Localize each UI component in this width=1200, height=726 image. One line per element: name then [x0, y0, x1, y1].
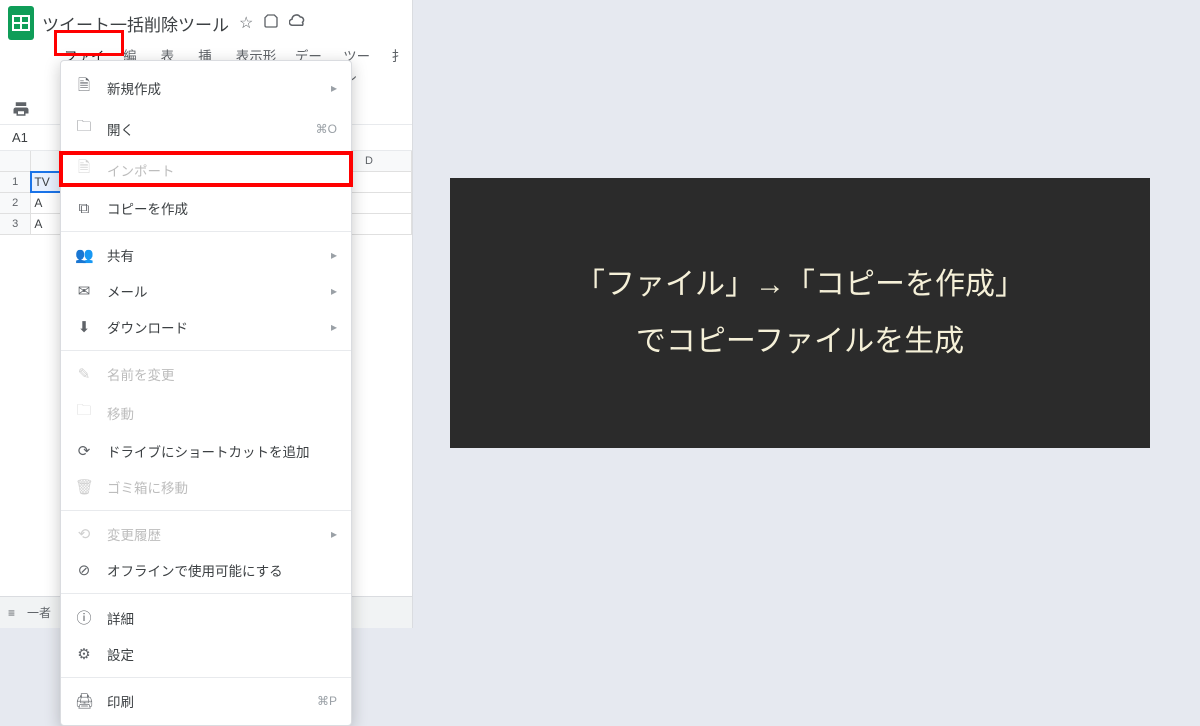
menu-download[interactable]: ⬇ ダウンロード ▸	[61, 309, 351, 345]
menu-more[interactable]: 扌	[384, 42, 412, 88]
print-icon: 🖨	[75, 692, 93, 710]
import-icon: 🗎	[75, 157, 93, 182]
submenu-arrow-icon: ▸	[331, 320, 337, 334]
menu-import: 🗎 インポート	[61, 149, 351, 190]
offline-icon: ⊘	[75, 561, 93, 579]
row-num[interactable]: 3	[0, 214, 31, 234]
share-icon: 👥	[75, 246, 93, 264]
menu-print[interactable]: 🖨 印刷 ⌘P	[61, 683, 351, 719]
shortcut-label: ⌘P	[317, 694, 337, 708]
menu-add-shortcut[interactable]: ⟳ ドライブにショートカットを追加	[61, 433, 351, 469]
menu-settings[interactable]: ⚙ 設定	[61, 636, 351, 672]
google-sheets-window: ツイート一括削除ツール ☆ ファイル 編集 表示 挿入 表示形式 データ ツール…	[0, 0, 413, 628]
menu-make-copy[interactable]: ⧉ コピーを作成	[61, 190, 351, 226]
file-menu-dropdown: 🗎 新規作成 ▸ 🗀 開く ⌘O 🗎 インポート ⧉ コピーを作成 👥 共有 ▸…	[60, 60, 352, 726]
row-num[interactable]: 2	[0, 193, 31, 213]
folder-icon: 🗀	[75, 116, 93, 141]
instruction-line-2: でコピーファイルを生成	[575, 313, 1025, 370]
title-bar: ツイート一括削除ツール ☆	[0, 0, 412, 40]
trash-icon: 🗑	[75, 478, 93, 496]
menu-details[interactable]: ⓘ 詳細	[61, 599, 351, 636]
menu-open[interactable]: 🗀 開く ⌘O	[61, 108, 351, 149]
new-icon: 🗎	[75, 75, 93, 100]
history-icon: ⟲	[75, 525, 93, 543]
menu-new[interactable]: 🗎 新規作成 ▸	[61, 67, 351, 108]
menu-offline[interactable]: ⊘ オフラインで使用可能にする	[61, 552, 351, 588]
submenu-arrow-icon: ▸	[331, 81, 337, 95]
instruction-callout: 「ファイル」→「コピーを作成」 でコピーファイルを生成	[450, 178, 1150, 448]
submenu-arrow-icon: ▸	[331, 248, 337, 262]
tabs-menu-icon[interactable]: ≡	[8, 606, 15, 620]
move-icon: 🗀	[75, 400, 93, 425]
print-icon[interactable]	[12, 100, 30, 118]
pencil-icon: ✎	[75, 365, 93, 383]
menu-trash: 🗑 ゴミ箱に移動	[61, 469, 351, 505]
cloud-status-icon[interactable]	[289, 13, 307, 33]
shortcut-icon: ⟳	[75, 442, 93, 460]
shortcut-label: ⌘O	[316, 122, 337, 136]
sheets-logo-icon[interactable]	[8, 6, 34, 40]
instruction-line-1: 「ファイル」→「コピーを作成」	[575, 256, 1025, 313]
menu-move: 🗀 移動	[61, 392, 351, 433]
submenu-arrow-icon: ▸	[331, 284, 337, 298]
download-icon: ⬇	[75, 318, 93, 336]
copy-icon: ⧉	[75, 200, 93, 217]
name-box[interactable]: A1	[8, 128, 46, 147]
star-icon[interactable]: ☆	[239, 13, 253, 33]
menu-share[interactable]: 👥 共有 ▸	[61, 237, 351, 273]
email-icon: ✉	[75, 282, 93, 300]
menu-rename: ✎ 名前を変更	[61, 356, 351, 392]
sheet-tab[interactable]: 一者	[27, 604, 51, 621]
document-title[interactable]: ツイート一括削除ツール	[42, 11, 229, 36]
move-to-drive-icon[interactable]	[263, 13, 279, 33]
row-num[interactable]: 1	[0, 172, 31, 192]
info-icon: ⓘ	[75, 607, 93, 628]
menu-email[interactable]: ✉ メール ▸	[61, 273, 351, 309]
gear-icon: ⚙	[75, 645, 93, 663]
submenu-arrow-icon: ▸	[331, 527, 337, 541]
menu-version-history: ⟲ 変更履歴 ▸	[61, 516, 351, 552]
